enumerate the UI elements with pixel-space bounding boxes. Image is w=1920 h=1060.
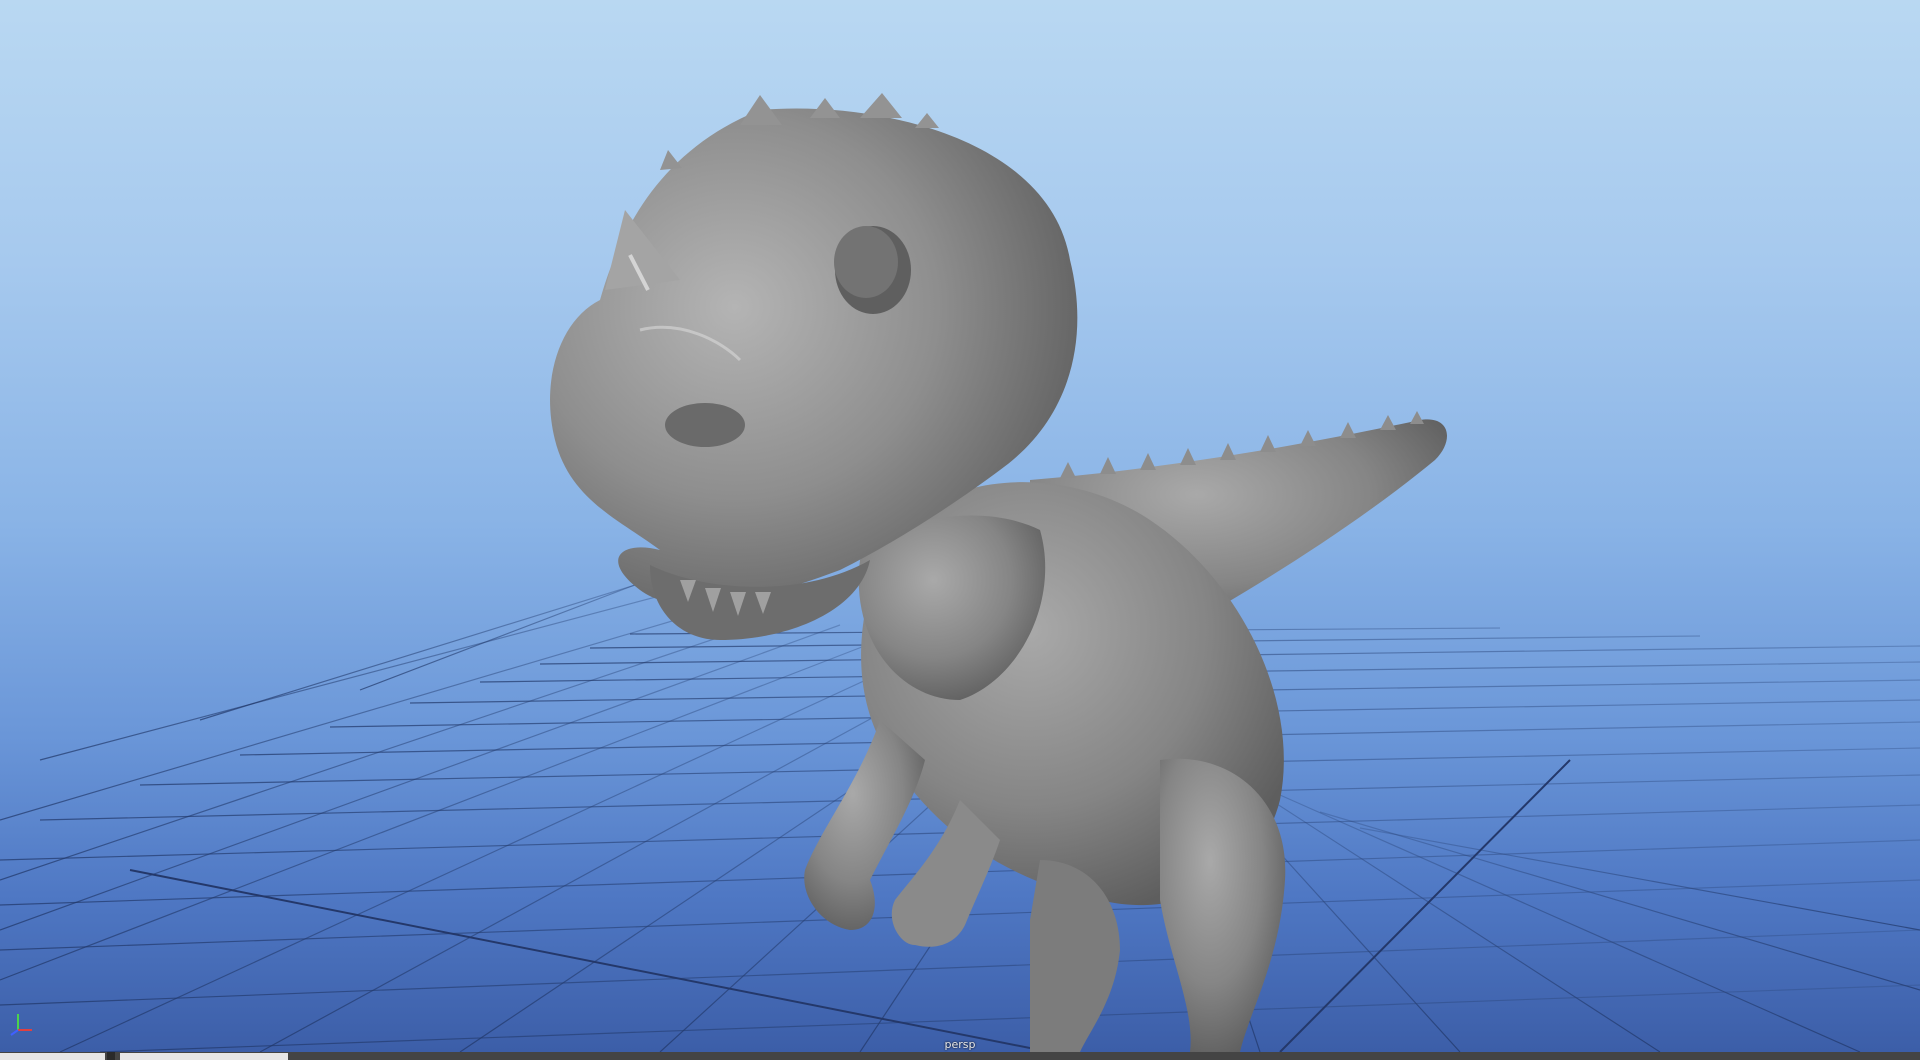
dinosaur-model: [550, 93, 1447, 1052]
scene-canvas[interactable]: [0, 0, 1920, 1052]
command-line-field[interactable]: [0, 1053, 105, 1060]
bottom-toolbar: [0, 1052, 1920, 1060]
nostril: [665, 403, 745, 447]
script-input-field[interactable]: [120, 1053, 288, 1060]
camera-name-label: persp: [944, 1038, 976, 1051]
viewport-persp[interactable]: persp: [0, 0, 1920, 1052]
xyz-axis-icon: [8, 1008, 36, 1036]
toolbar-separator: [107, 1052, 115, 1060]
